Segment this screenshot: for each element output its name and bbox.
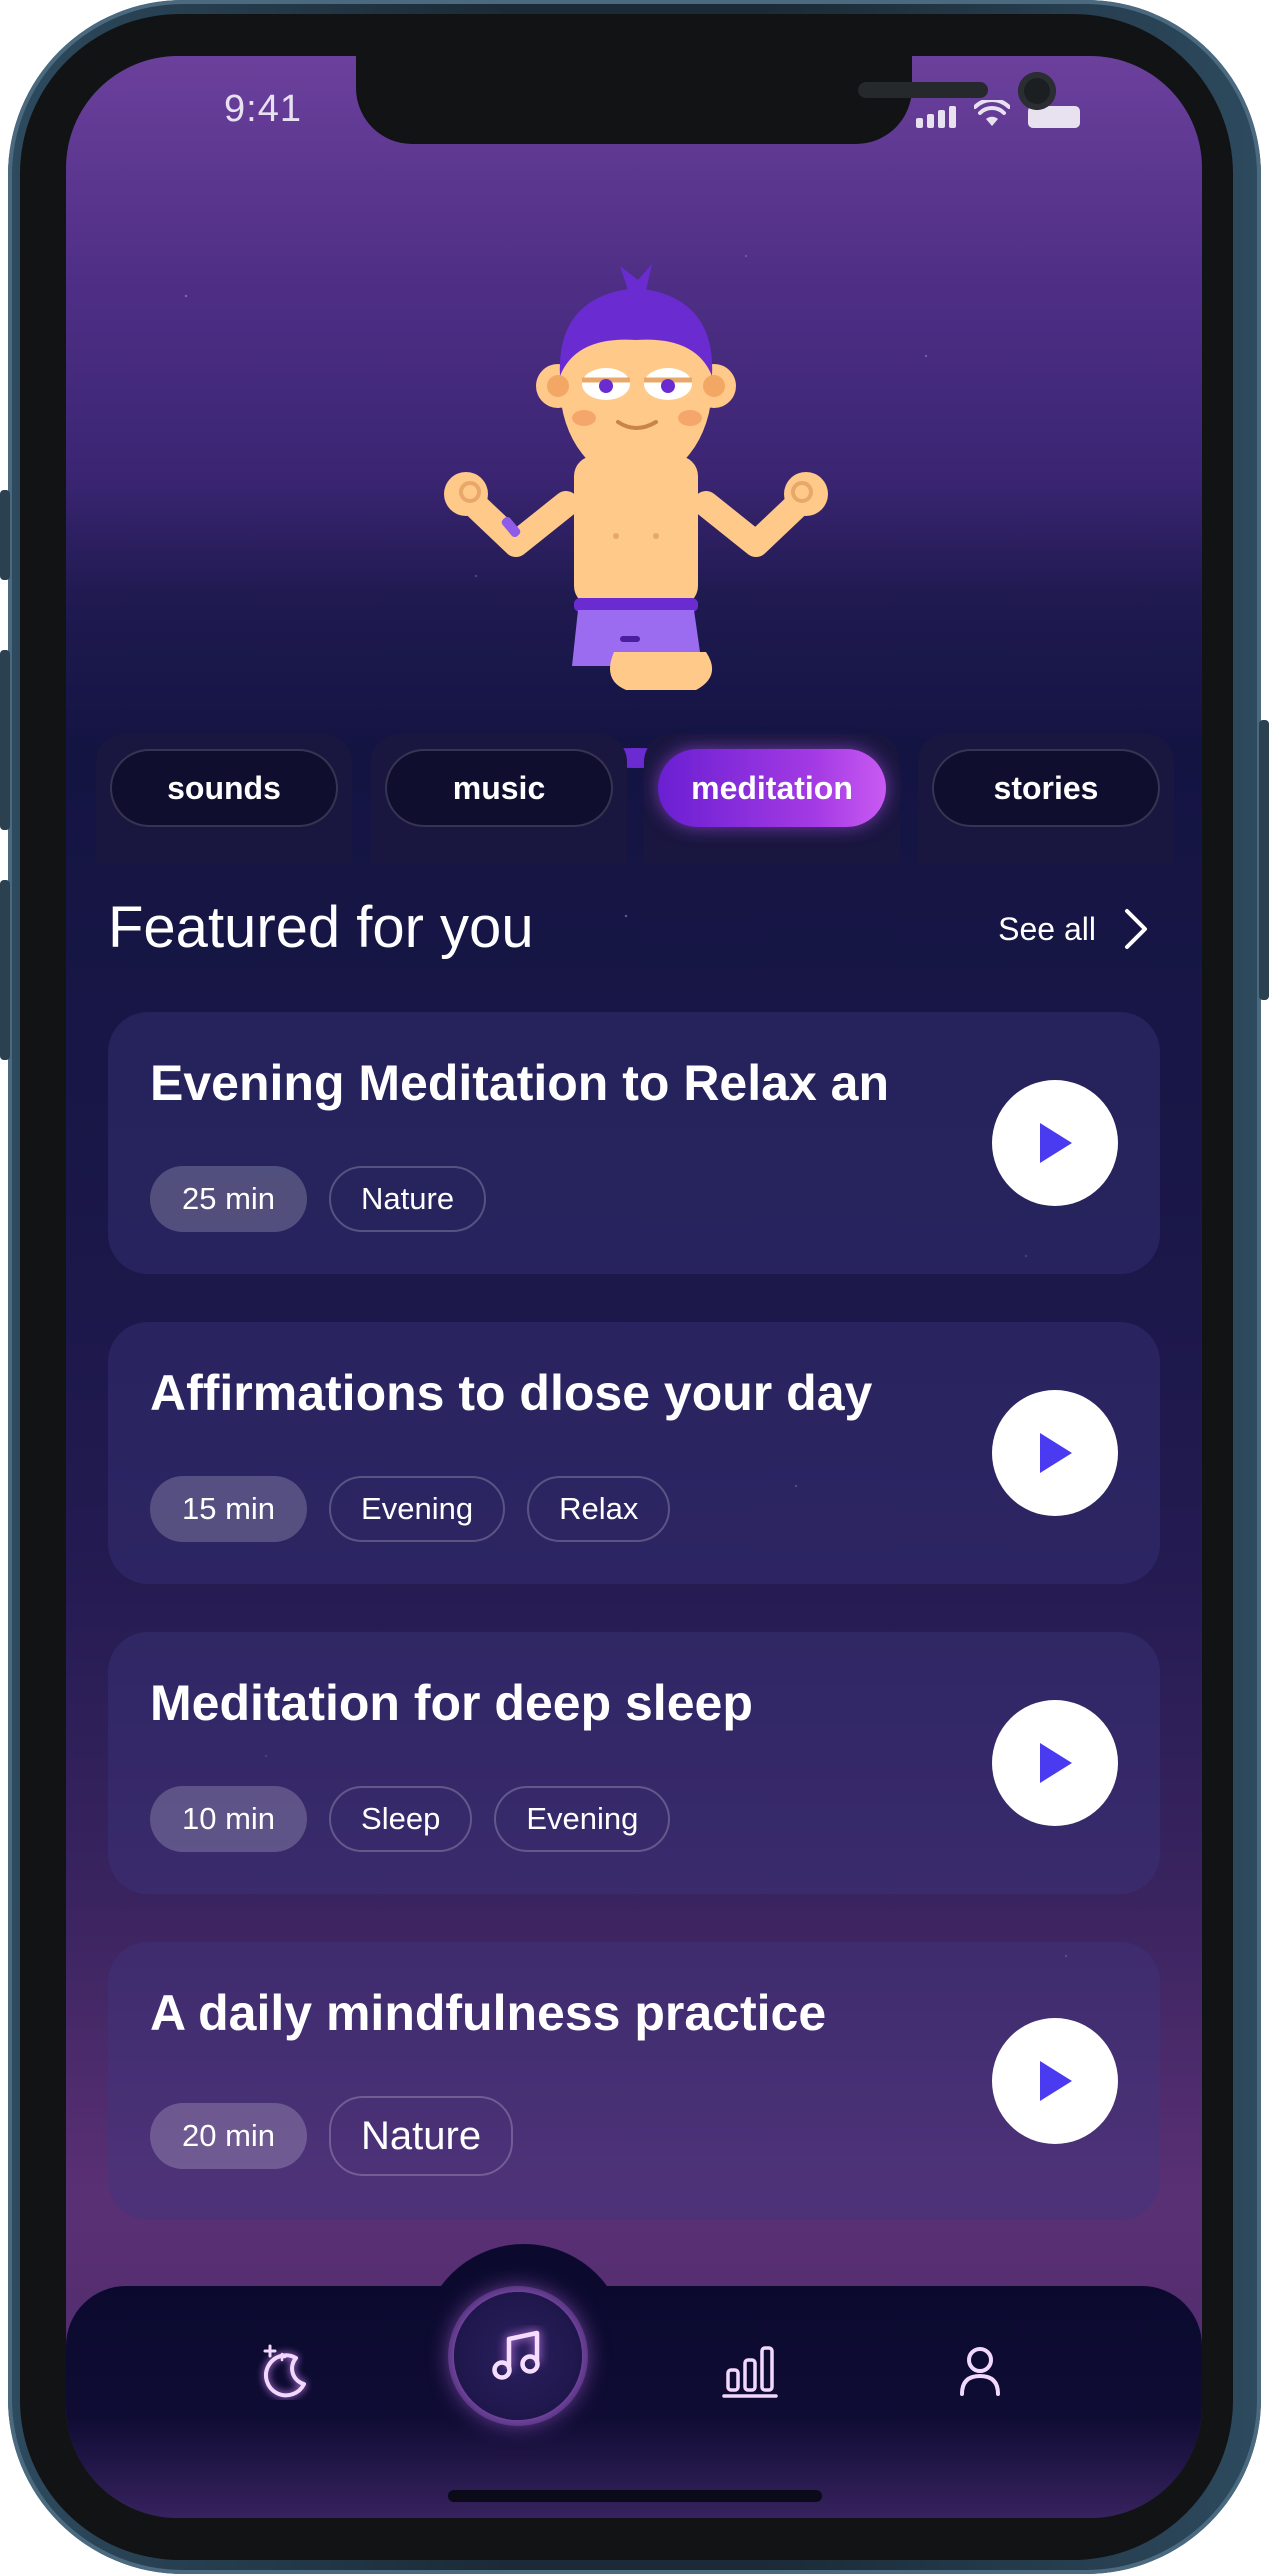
category-tag: Evening <box>329 1476 506 1542</box>
category-tag: Relax <box>527 1476 671 1542</box>
tab-sounds[interactable]: sounds <box>110 749 338 827</box>
card-title: Affirmations to dlose your day <box>150 1365 873 1421</box>
card-title: Meditation for deep sleep <box>150 1675 753 1731</box>
play-icon <box>1040 1743 1072 1783</box>
play-icon <box>1040 2061 1072 2101</box>
status-time: 9:41 <box>224 88 302 130</box>
meditating-character-illustration <box>444 264 828 768</box>
tab-cell-sounds: sounds <box>96 734 352 864</box>
category-tabs: sounds music meditation stories <box>96 734 1176 914</box>
duration-tag: 10 min <box>150 1786 308 1852</box>
category-tag: Nature <box>329 1166 487 1232</box>
volume-down-button <box>0 880 10 1060</box>
notch <box>356 56 1056 144</box>
nav-item-stats[interactable] <box>720 2340 780 2400</box>
music-note-icon <box>492 2330 540 2380</box>
category-tag: Nature <box>329 2096 514 2176</box>
card-title: A daily mindfulness practice <box>150 1985 827 2041</box>
meditation-card[interactable]: A daily mindfulness practice 20 min Natu… <box>108 1942 1160 2220</box>
bar-chart-icon <box>722 2346 778 2398</box>
play-button[interactable] <box>992 1080 1118 1206</box>
power-button <box>1259 720 1269 1000</box>
meditation-card[interactable]: Evening Meditation to Relax an 25 min Na… <box>108 1012 1160 1274</box>
card-tags: 25 min Nature <box>150 1166 487 1232</box>
play-button[interactable] <box>992 1700 1118 1826</box>
section-title: Featured for you <box>108 895 534 960</box>
chevron-right-icon <box>1125 909 1147 949</box>
meditation-card[interactable]: Meditation for deep sleep 10 min Sleep E… <box>108 1632 1160 1894</box>
play-button[interactable] <box>992 2018 1118 2144</box>
nav-item-music[interactable] <box>454 2292 582 2420</box>
tab-music[interactable]: music <box>385 749 613 827</box>
tab-meditation[interactable]: meditation <box>658 749 886 827</box>
mute-switch <box>0 490 10 580</box>
card-tags: 10 min Sleep Evening <box>150 1786 671 1852</box>
card-tags: 15 min Evening Relax <box>150 1476 671 1542</box>
wifi-icon <box>974 100 1010 126</box>
tab-cell-stories: stories <box>918 734 1174 864</box>
status-icons <box>916 100 1080 128</box>
card-tags: 20 min Nature <box>150 2096 514 2176</box>
see-all-link[interactable]: See all <box>998 908 1148 950</box>
duration-tag: 25 min <box>150 1166 308 1232</box>
play-icon <box>1040 1123 1072 1163</box>
app-screen: 9:41 sounds music meditation stories Fea… <box>66 56 1202 2518</box>
see-all-label: See all <box>998 910 1096 947</box>
nav-item-sleep[interactable] <box>256 2340 316 2400</box>
home-indicator <box>448 2490 822 2502</box>
tab-stories[interactable]: stories <box>932 749 1160 827</box>
card-title: Evening Meditation to Relax an <box>150 1055 889 1111</box>
speaker-grille <box>858 82 988 98</box>
meditation-card[interactable]: Affirmations to dlose your day 15 min Ev… <box>108 1322 1160 1584</box>
duration-tag: 20 min <box>150 2103 308 2169</box>
front-camera <box>1018 72 1056 110</box>
tab-cell-music: music <box>371 734 627 864</box>
moon-stars-icon <box>263 2344 306 2398</box>
nav-item-profile[interactable] <box>950 2340 1010 2400</box>
volume-up-button <box>0 650 10 830</box>
play-icon <box>1040 1433 1072 1473</box>
bottom-navigation <box>66 2286 1202 2518</box>
play-button[interactable] <box>992 1390 1118 1516</box>
profile-icon <box>960 2347 1000 2396</box>
tab-cell-meditation: meditation <box>644 734 900 864</box>
category-tag: Sleep <box>329 1786 473 1852</box>
category-tag: Evening <box>494 1786 671 1852</box>
cellular-signal-icon <box>916 106 956 128</box>
duration-tag: 15 min <box>150 1476 308 1542</box>
